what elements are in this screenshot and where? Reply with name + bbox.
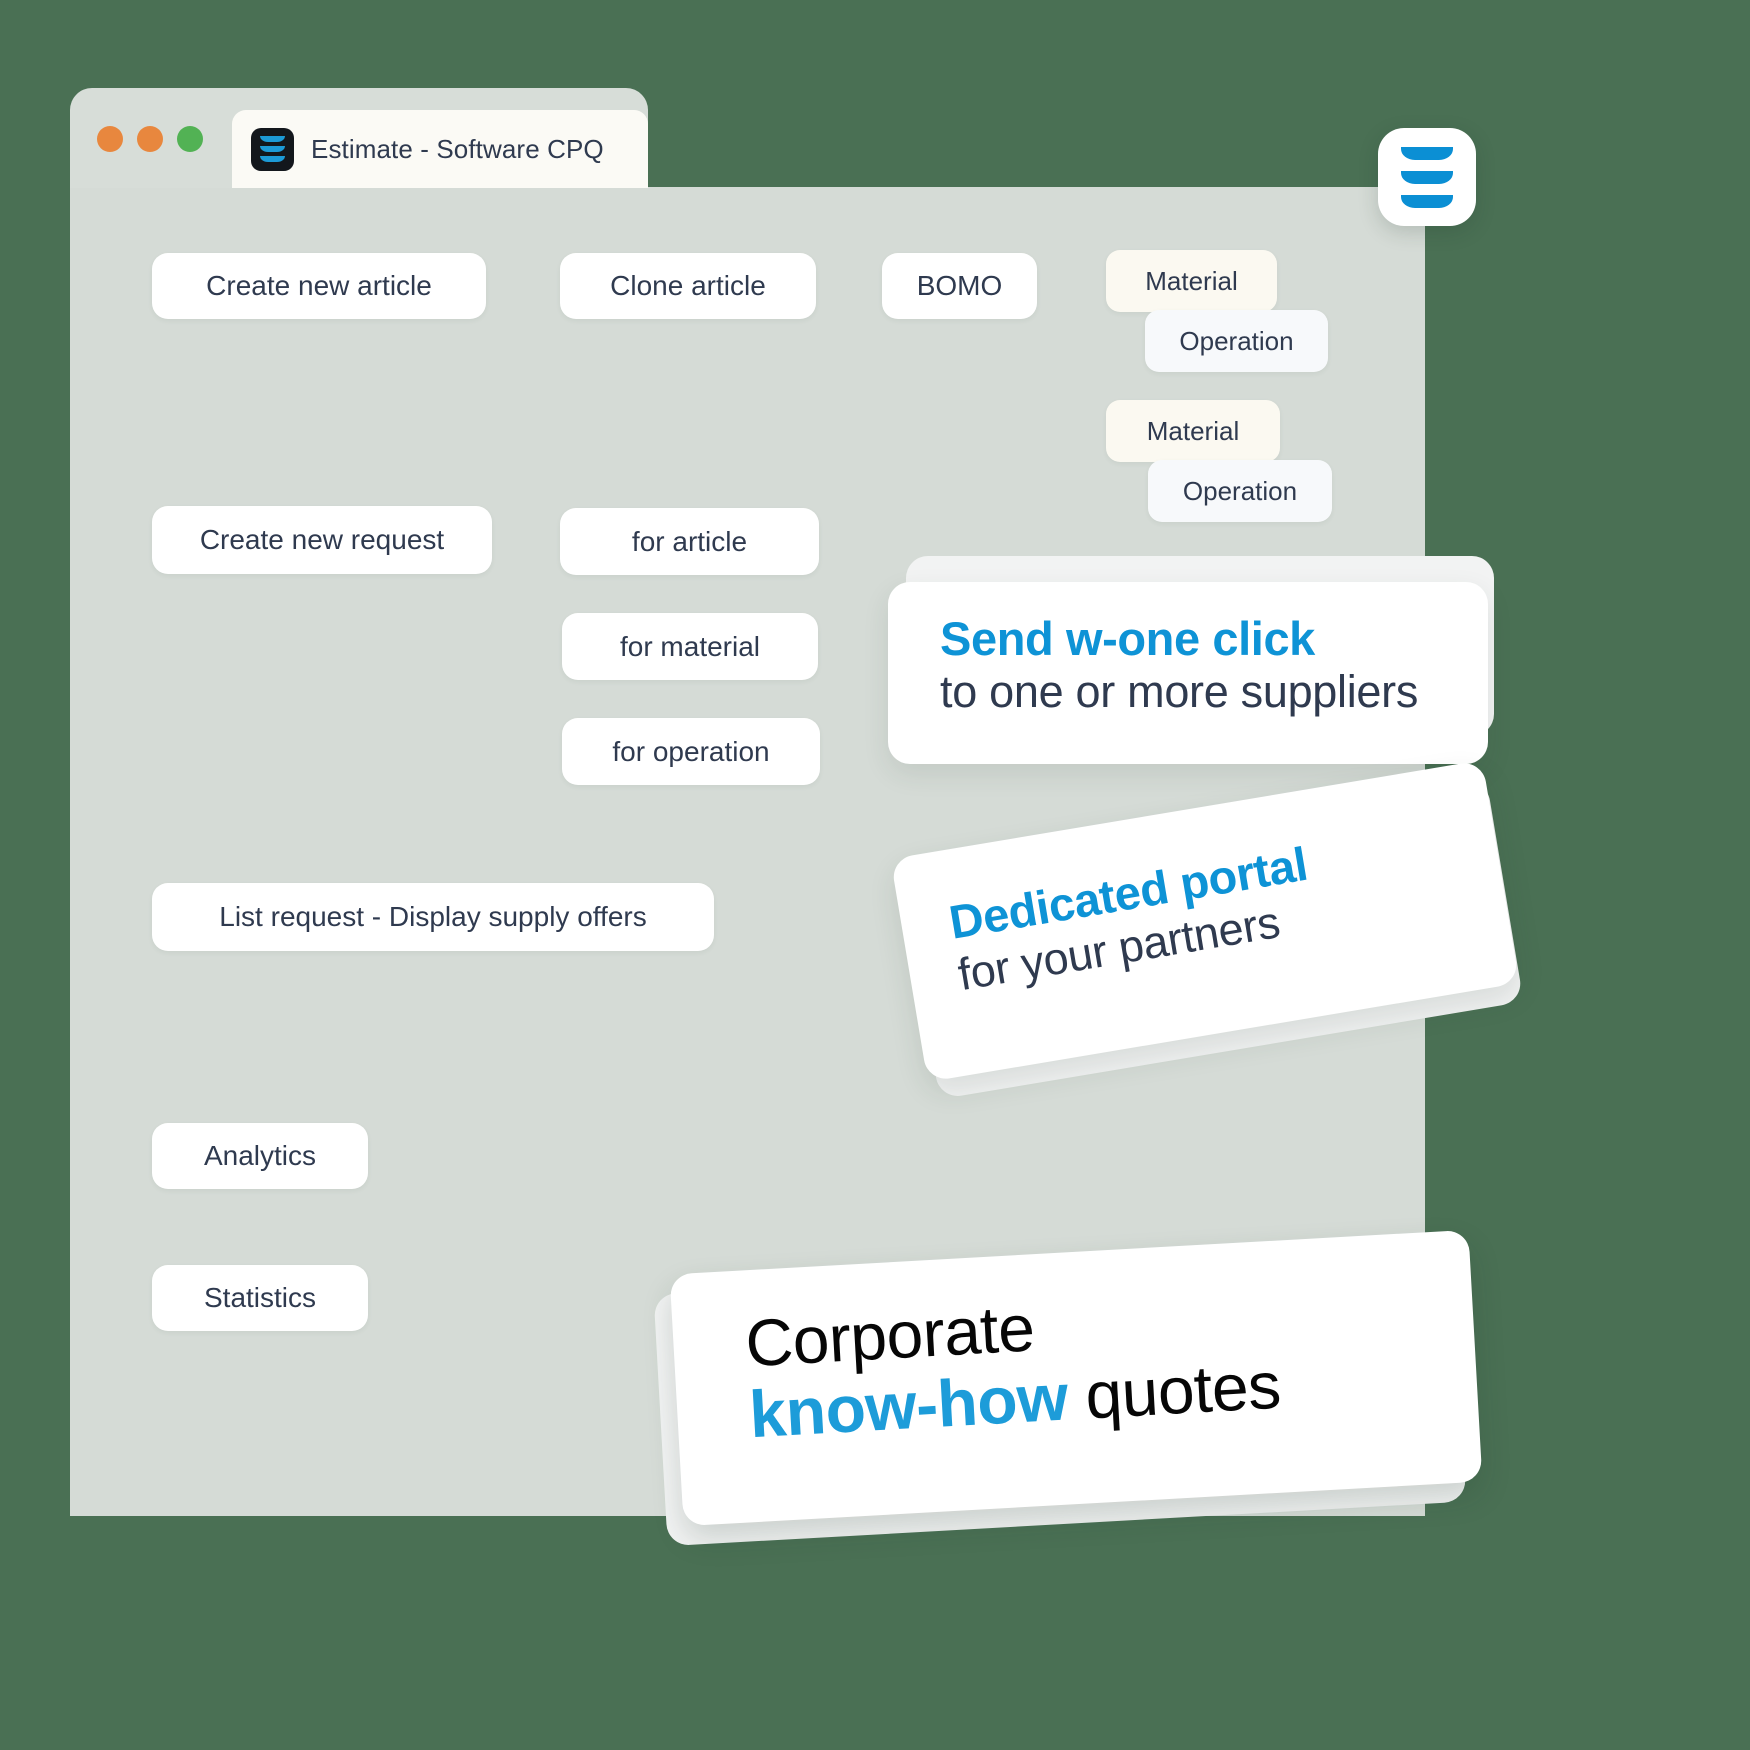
button-analytics[interactable]: Analytics xyxy=(152,1123,368,1189)
chip-operation-1[interactable]: Operation xyxy=(1145,310,1328,372)
button-label: Create new article xyxy=(206,270,432,301)
callout-corp-rest: quotes xyxy=(1065,1347,1283,1434)
chip-operation-2[interactable]: Operation xyxy=(1148,460,1332,522)
button-label: for article xyxy=(631,525,748,557)
window-controls xyxy=(97,126,203,152)
chip-label: Operation xyxy=(1182,475,1298,506)
button-create-new-article[interactable]: Create new article xyxy=(152,253,486,319)
button-label: Analytics xyxy=(203,1140,317,1171)
chip-label: Material xyxy=(1145,265,1238,296)
browser-tab[interactable]: Estimate - Software CPQ xyxy=(232,110,648,188)
button-label: for operation xyxy=(612,735,770,767)
button-for-material[interactable]: for material xyxy=(562,613,818,680)
minimize-dot[interactable] xyxy=(137,126,163,152)
button-clone-article[interactable]: Clone article xyxy=(560,253,816,319)
button-label: Clone article xyxy=(610,270,766,301)
chip-material-1[interactable]: Material xyxy=(1106,250,1277,312)
chip-label: Material xyxy=(1146,415,1240,446)
button-statistics[interactable]: Statistics xyxy=(152,1265,368,1331)
stacked-layers-icon xyxy=(251,127,294,171)
callout-send-one-click: Send w-one click to one or more supplier… xyxy=(888,582,1488,764)
hamburger-layers-icon[interactable] xyxy=(1378,128,1476,226)
button-label: Create new request xyxy=(199,524,445,555)
button-label: BOMO xyxy=(916,270,1003,301)
button-for-article[interactable]: for article xyxy=(560,508,819,575)
button-label: for material xyxy=(619,630,761,662)
close-dot[interactable] xyxy=(97,126,123,152)
button-list-request[interactable]: List request - Display supply offers xyxy=(152,883,714,951)
chip-label: Operation xyxy=(1179,325,1294,356)
browser-tab-title: Estimate - Software CPQ xyxy=(311,133,604,164)
callout-send-line1: Send w-one click xyxy=(940,612,1315,665)
button-for-operation[interactable]: for operation xyxy=(562,718,820,785)
button-label: Statistics xyxy=(203,1282,317,1313)
button-label: List request - Display supply offers xyxy=(219,901,647,932)
callout-corporate-knowhow: Corporate know-how quotes xyxy=(669,1229,1483,1527)
callout-send-line2: to one or more suppliers xyxy=(940,665,1419,717)
button-bomo[interactable]: BOMO xyxy=(882,253,1037,319)
button-create-new-request[interactable]: Create new request xyxy=(152,506,492,574)
chip-material-2[interactable]: Material xyxy=(1106,400,1280,462)
maximize-dot[interactable] xyxy=(177,126,203,152)
